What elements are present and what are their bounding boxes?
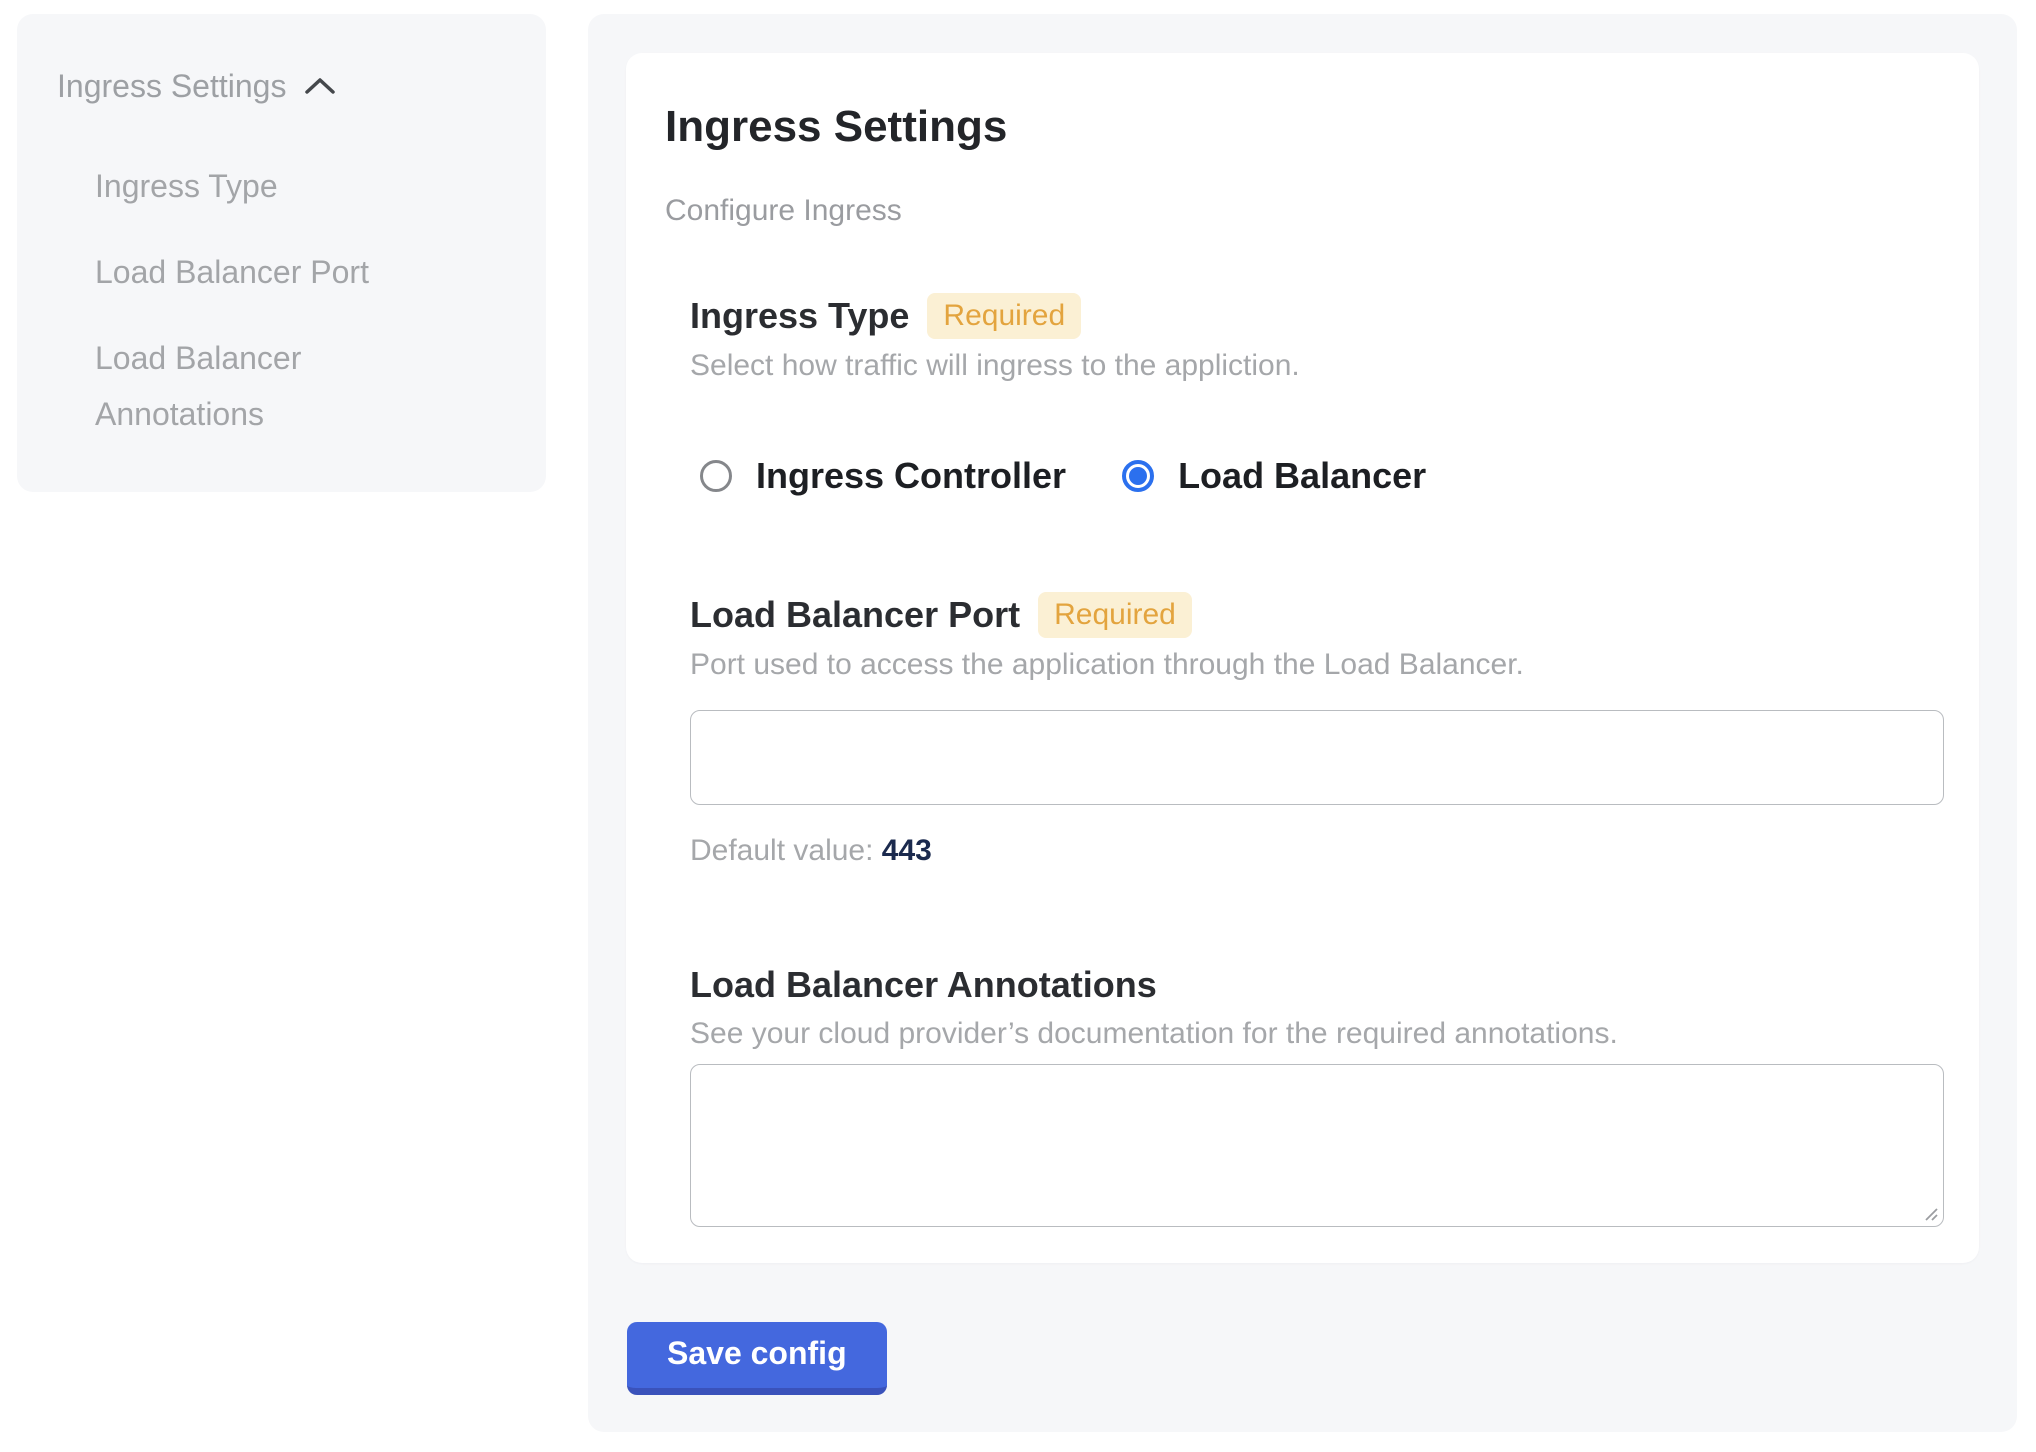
radio-unselected-icon[interactable]: [700, 460, 732, 492]
radio-selected-icon[interactable]: [1122, 460, 1154, 492]
save-config-button[interactable]: Save config: [627, 1322, 887, 1395]
sidebar-items: Ingress Type Load Balancer Port Load Bal…: [57, 158, 506, 442]
sidebar-group-label: Ingress Settings: [57, 60, 286, 112]
radio-option-load-balancer[interactable]: Load Balancer: [1122, 454, 1426, 498]
section-load-balancer-port: Load Balancer Port Required Port used to…: [690, 592, 1944, 869]
load-balancer-port-description: Port used to access the application thro…: [690, 647, 1944, 683]
ingress-type-radio-group: Ingress Controller Load Balancer: [700, 454, 1944, 498]
ingress-type-description: Select how traffic will ingress to the a…: [690, 348, 1944, 384]
load-balancer-annotations-field: [690, 1064, 1944, 1227]
ingress-type-label: Ingress Type: [690, 294, 909, 338]
load-balancer-port-label: Load Balancer Port: [690, 593, 1020, 637]
main-panel: Ingress Settings Configure Ingress Ingre…: [588, 14, 2017, 1432]
required-badge: Required: [927, 293, 1081, 339]
default-value: 443: [882, 834, 932, 867]
load-balancer-annotations-textarea[interactable]: [690, 1064, 1944, 1227]
section-load-balancer-annotations: Load Balancer Annotations See your cloud…: [690, 963, 1944, 1227]
radio-label-ingress-controller: Ingress Controller: [756, 454, 1066, 498]
chevron-up-icon[interactable]: [304, 76, 336, 96]
load-balancer-port-heading-row: Load Balancer Port Required: [690, 592, 1944, 638]
sidebar-item-load-balancer-annotations[interactable]: Load Balancer Annotations: [95, 330, 467, 442]
load-balancer-annotations-description: See your cloud provider’s documentation …: [690, 1016, 1944, 1052]
load-balancer-port-input[interactable]: [690, 710, 1944, 805]
page-subtitle: Configure Ingress: [665, 193, 1944, 229]
sidebar-item-load-balancer-port[interactable]: Load Balancer Port: [95, 244, 467, 300]
ingress-type-heading-row: Ingress Type Required: [690, 293, 1944, 339]
default-value-line: Default value: 443: [690, 833, 1944, 869]
required-badge: Required: [1038, 592, 1192, 638]
page: Ingress Settings Ingress Type Load Balan…: [0, 0, 2036, 1452]
default-value-label: Default value:: [690, 834, 873, 867]
section-ingress-type: Ingress Type Required Select how traffic…: [690, 293, 1944, 498]
load-balancer-annotations-heading-row: Load Balancer Annotations: [690, 963, 1944, 1007]
radio-label-load-balancer: Load Balancer: [1178, 454, 1426, 498]
page-title: Ingress Settings: [665, 101, 1944, 153]
radio-option-ingress-controller[interactable]: Ingress Controller: [700, 454, 1066, 498]
ingress-settings-card: Ingress Settings Configure Ingress Ingre…: [626, 53, 1979, 1263]
sidebar-group-ingress-settings[interactable]: Ingress Settings: [57, 60, 506, 112]
sidebar-item-ingress-type[interactable]: Ingress Type: [95, 158, 467, 214]
load-balancer-annotations-label: Load Balancer Annotations: [690, 963, 1157, 1007]
resize-handle-icon[interactable]: [1919, 1202, 1939, 1222]
settings-nav-sidebar: Ingress Settings Ingress Type Load Balan…: [17, 14, 546, 492]
form-sections: Ingress Type Required Select how traffic…: [690, 293, 1944, 1227]
